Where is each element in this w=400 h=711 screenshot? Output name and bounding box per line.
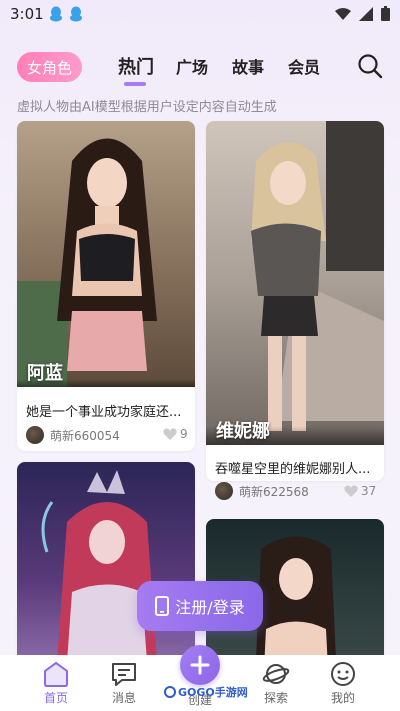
plus-icon	[190, 655, 210, 675]
home-icon	[44, 661, 68, 687]
tab-hot[interactable]: 热门	[118, 53, 154, 79]
like-button[interactable]: 37	[344, 484, 376, 498]
character-portrait	[17, 462, 195, 662]
like-count: 37	[361, 484, 377, 498]
status-time: 3:01	[10, 5, 44, 23]
author-name: 萌新622568	[239, 484, 309, 499]
signal-icon	[359, 6, 373, 21]
watermark-text: GOGO手游网	[178, 686, 248, 699]
qq-notification-icon	[70, 6, 82, 22]
like-count: 9	[180, 427, 188, 441]
register-login-label: 注册/登录	[175, 598, 245, 617]
avatar	[26, 426, 44, 444]
character-card[interactable]	[17, 462, 195, 662]
battery-icon	[381, 6, 390, 21]
tab-member[interactable]: 会员	[288, 54, 320, 78]
status-bar: 3:01	[0, 0, 400, 30]
status-icons	[335, 6, 390, 21]
author-name: 萌新660054	[50, 428, 120, 443]
tab-square[interactable]: 广场	[176, 54, 208, 78]
smiley-icon	[331, 662, 355, 686]
character-card[interactable]: 阿蓝 她是一个事业成功家庭还... 萌新660054 9	[17, 121, 195, 451]
nav-profile[interactable]: 我的	[313, 655, 373, 711]
nav-label: 探索	[263, 691, 288, 705]
avatar	[215, 482, 233, 500]
character-author[interactable]: 萌新660054	[26, 426, 120, 444]
message-icon	[112, 663, 136, 686]
create-button[interactable]	[180, 645, 220, 685]
nav-label: 首页	[43, 691, 68, 705]
character-description: 她是一个事业成功家庭还...	[26, 405, 182, 420]
planet-icon	[262, 664, 290, 684]
heart-icon	[344, 485, 358, 497]
register-login-button[interactable]: 注册/登录	[137, 581, 263, 631]
like-button[interactable]: 9	[163, 427, 188, 441]
qq-notification-icon	[50, 6, 62, 22]
role-filter-pill[interactable]: 女角色	[17, 52, 82, 82]
heart-icon	[163, 428, 177, 440]
character-description: 吞噬星空里的维妮娜别人...	[215, 462, 371, 477]
character-author[interactable]: 萌新622568	[215, 482, 309, 500]
character-card[interactable]: 维妮娜 吞噬星空里的维妮娜别人...	[206, 121, 384, 481]
watermark-logo-icon	[164, 686, 176, 698]
character-name: 维妮娜	[216, 421, 270, 442]
character-portrait	[206, 121, 384, 445]
nav-label: 消息	[111, 691, 136, 705]
nav-messages[interactable]: 消息	[94, 655, 154, 711]
watermark: GOGO手游网	[164, 684, 248, 700]
phone-icon	[155, 596, 170, 616]
tab-story[interactable]: 故事	[232, 54, 264, 78]
nav-label: 我的	[330, 691, 355, 705]
wifi-icon	[335, 7, 351, 20]
nav-explore[interactable]: 探索	[246, 655, 306, 711]
ai-disclaimer-text: 虚拟人物由AI模型根据用户设定内容自动生成	[17, 100, 277, 115]
active-tab-indicator	[124, 82, 146, 86]
character-portrait	[17, 121, 195, 387]
search-icon[interactable]	[357, 53, 383, 79]
character-name: 阿蓝	[27, 363, 63, 384]
nav-home[interactable]: 首页	[26, 655, 86, 711]
